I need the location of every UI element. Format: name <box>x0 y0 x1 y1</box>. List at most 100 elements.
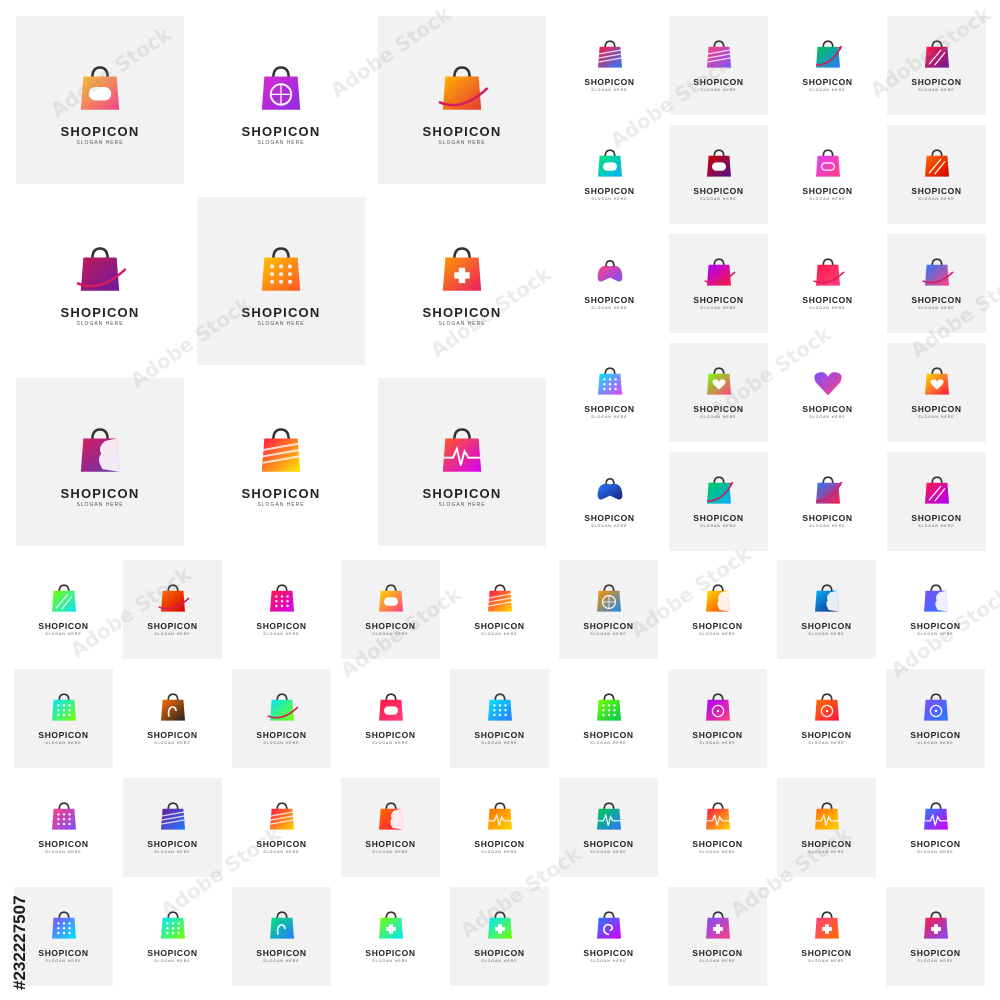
small-logo-tile: SHOPICON SLOGAN HERE <box>669 343 768 442</box>
slogan-text: SLOGAN HERE <box>591 197 628 201</box>
large-logo-tile: SHOPICON SLOGAN HERE <box>378 378 546 546</box>
brand-name-text: SHOPICON <box>801 839 852 849</box>
slogan-text: SLOGAN HERE <box>76 502 124 508</box>
slogan-text: SLOGAN HERE <box>809 197 846 201</box>
small-logo-tile: SHOPICON SLOGAN HERE <box>123 669 222 768</box>
brand-name-text: SHOPICON <box>801 730 852 740</box>
bag-plane-icon <box>815 40 842 68</box>
bag-shoe-icon <box>703 258 736 286</box>
brand-name-text: SHOPICON <box>474 948 525 958</box>
large-logo-tile: SHOPICON SLOGAN HERE <box>197 378 365 546</box>
small-logo-tile: SHOPICON SLOGAN HERE <box>669 234 768 333</box>
slogan-text: SLOGAN HERE <box>700 197 737 201</box>
bag-face-profile-icon <box>80 428 120 472</box>
brand-name-text: SHOPICON <box>241 486 321 501</box>
brand-name-text: SHOPICON <box>584 186 635 196</box>
brand-name-text: SHOPICON <box>910 839 961 849</box>
small-logo-tile: SHOPICON SLOGAN HERE <box>778 125 877 224</box>
brand-name-text: SHOPICON <box>802 186 853 196</box>
stock-id-label: #232227507 <box>6 760 34 990</box>
small-logo-tile: SHOPICON SLOGAN HERE <box>668 669 767 768</box>
brand-name-text: SHOPICON <box>256 839 307 849</box>
slogan-text: SLOGAN HERE <box>918 306 955 310</box>
bag-heart-wheel-icon <box>596 584 621 612</box>
small-logo-tile: SHOPICON SLOGAN HERE <box>341 669 440 768</box>
brand-name-text: SHOPICON <box>911 404 962 414</box>
bag-heart-icon <box>924 367 949 395</box>
bag-hand-icon <box>160 693 185 721</box>
small-logo-tile: SHOPICON SLOGAN HERE <box>777 669 876 768</box>
bag-face-profile-icon <box>814 584 839 612</box>
slogan-text: SLOGAN HERE <box>45 741 82 745</box>
bag-dots-icon <box>51 802 76 830</box>
slogan-text: SLOGAN HERE <box>76 321 124 327</box>
bag-pulse-line-icon <box>814 802 839 830</box>
slogan-text: SLOGAN HERE <box>699 959 736 963</box>
bag-stripes-icon <box>160 802 185 830</box>
bag-dots-icon <box>51 693 76 721</box>
brand-name-text: SHOPICON <box>60 124 140 139</box>
slogan-text: SLOGAN HERE <box>591 306 628 310</box>
large-logo-tile: SHOPICON SLOGAN HERE <box>378 197 546 365</box>
brand-name-text: SHOPICON <box>474 621 525 631</box>
bag-medical-cross-icon <box>378 911 403 939</box>
small-logo-tile: SHOPICON SLOGAN HERE <box>669 452 768 551</box>
bag-slash-icon <box>924 149 949 177</box>
brand-name-text: SHOPICON <box>256 948 307 958</box>
slogan-text: SLOGAN HERE <box>808 741 845 745</box>
gamepad-icon <box>597 259 622 282</box>
slogan-text: SLOGAN HERE <box>45 632 82 636</box>
slogan-text: SLOGAN HERE <box>263 850 300 854</box>
bag-shoe-icon <box>438 66 489 110</box>
small-logo-tile: SHOPICON SLOGAN HERE <box>559 778 658 877</box>
bag-rainbow-stripes-icon <box>261 428 301 472</box>
small-logo-tile: SHOPICON SLOGAN HERE <box>886 778 985 877</box>
bag-pulse-line-icon <box>487 802 512 830</box>
slogan-text: SLOGAN HERE <box>590 850 627 854</box>
brand-name-text: SHOPICON <box>584 513 635 523</box>
small-logo-tile: SHOPICON SLOGAN HERE <box>560 16 659 115</box>
slogan-text: SLOGAN HERE <box>918 197 955 201</box>
bag-medical-cross-icon <box>442 247 482 291</box>
small-logo-tile: SHOPICON SLOGAN HERE <box>668 560 767 659</box>
bag-gamepad-icon <box>597 149 622 177</box>
bag-swoosh-icon <box>157 584 190 612</box>
brand-name-text: SHOPICON <box>692 948 743 958</box>
brand-name-text: SHOPICON <box>692 839 743 849</box>
brand-name-text: SHOPICON <box>693 513 744 523</box>
slogan-text: SLOGAN HERE <box>481 632 518 636</box>
small-logo-tile: SHOPICON SLOGAN HERE <box>450 778 549 877</box>
bag-face-icon <box>923 584 948 612</box>
slogan-text: SLOGAN HERE <box>154 741 191 745</box>
bag-swirl-icon <box>596 911 621 939</box>
small-logo-tile: SHOPICON SLOGAN HERE <box>778 343 877 442</box>
small-logo-tile: SHOPICON SLOGAN HERE <box>668 887 767 986</box>
bag-gamepad-outline-icon <box>815 149 840 177</box>
slogan-text: SLOGAN HERE <box>438 140 486 146</box>
small-logo-tile: SHOPICON SLOGAN HERE <box>559 887 658 986</box>
bag-heart-wheel-icon <box>261 66 301 110</box>
brand-name-text: SHOPICON <box>802 404 853 414</box>
slogan-text: SLOGAN HERE <box>257 321 305 327</box>
small-logo-tile: SHOPICON SLOGAN HERE <box>341 560 440 659</box>
bag-heart-icon <box>706 367 731 395</box>
brand-name-text: SHOPICON <box>584 404 635 414</box>
brand-name-text: SHOPICON <box>802 77 853 87</box>
brand-name-text: SHOPICON <box>474 730 525 740</box>
brand-name-text: SHOPICON <box>911 295 962 305</box>
brand-name-text: SHOPICON <box>801 621 852 631</box>
brand-name-text: SHOPICON <box>692 730 743 740</box>
bag-face-icon <box>378 802 403 830</box>
slogan-text: SLOGAN HERE <box>590 959 627 963</box>
bag-film-reel-icon <box>705 693 730 721</box>
small-logo-tile: SHOPICON SLOGAN HERE <box>341 778 440 877</box>
small-logo-tile: SHOPICON SLOGAN HERE <box>886 669 985 768</box>
slogan-text: SLOGAN HERE <box>809 524 846 528</box>
brand-name-text: SHOPICON <box>365 948 416 958</box>
large-logo-tile: SHOPICON SLOGAN HERE <box>197 197 365 365</box>
small-logo-tile: SHOPICON SLOGAN HERE <box>668 778 767 877</box>
brand-name-text: SHOPICON <box>583 839 634 849</box>
brand-name-text: SHOPICON <box>693 77 744 87</box>
bag-shoe-icon <box>921 258 954 286</box>
small-logo-tile: SHOPICON SLOGAN HERE <box>341 887 440 986</box>
